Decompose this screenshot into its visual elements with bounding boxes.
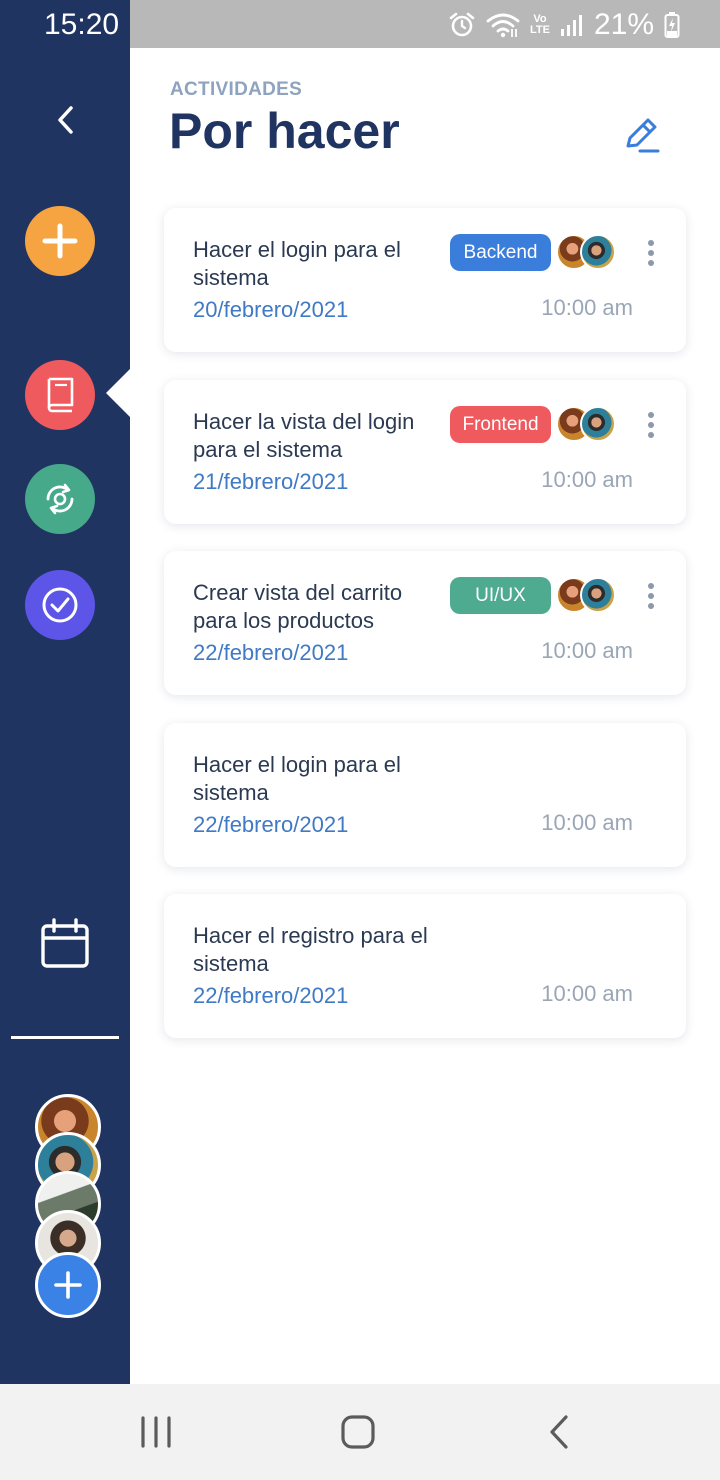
- back-icon[interactable]: [538, 1410, 582, 1454]
- volte-lte-label: LTE: [529, 24, 550, 36]
- more-vertical-icon[interactable]: [640, 410, 662, 442]
- alarm-icon: [449, 12, 475, 37]
- app-screen: 15:20 Vo LTE 21% ACTIVIDADES Por hacer H…: [0, 0, 720, 1480]
- task-members[interactable]: [556, 406, 618, 444]
- sidebar-divider: [11, 1036, 119, 1039]
- task-time: 10:00 am: [541, 295, 633, 320]
- task-card[interactable]: Hacer la vista del login para el sistema…: [164, 380, 686, 524]
- task-date: 22/febrero/2021: [193, 640, 349, 665]
- task-card[interactable]: Hacer el login para el sistema 22/febrer…: [164, 723, 686, 867]
- add-activity-button[interactable]: [25, 206, 95, 276]
- add-member-button[interactable]: [35, 1252, 101, 1318]
- task-members[interactable]: [556, 577, 618, 615]
- task-date: 22/febrero/2021: [193, 983, 349, 1008]
- more-vertical-icon[interactable]: [640, 581, 662, 613]
- task-title: Hacer la vista del login para el sistema: [193, 409, 415, 462]
- task-card[interactable]: Hacer el login para el sistema 20/febrer…: [164, 208, 686, 352]
- task-time: 10:00 am: [541, 810, 633, 835]
- status-bar: 15:20 Vo LTE 21%: [0, 0, 720, 48]
- page-title: Por hacer: [169, 103, 400, 159]
- avatar: [580, 577, 616, 613]
- system-nav-bar: [0, 1384, 720, 1480]
- task-tag[interactable]: UI/UX: [450, 577, 551, 614]
- task-time: 10:00 am: [541, 467, 633, 492]
- plus-icon: [54, 1271, 82, 1299]
- status-icons: Vo LTE 21%: [448, 8, 680, 41]
- book-icon: [47, 377, 74, 413]
- task-card[interactable]: Crear vista del carrito para los product…: [164, 551, 686, 695]
- battery-percent: 21%: [593, 8, 654, 41]
- task-tag[interactable]: Backend: [450, 234, 551, 271]
- task-members[interactable]: [556, 234, 618, 272]
- sync-icon: [46, 483, 74, 515]
- more-vertical-icon[interactable]: [640, 238, 662, 270]
- task-title: Hacer el registro para el sistema: [193, 923, 428, 976]
- recent-apps-icon[interactable]: [134, 1410, 178, 1454]
- battery-charging-icon: [664, 12, 680, 38]
- status-time-area: 15:20: [0, 0, 130, 48]
- avatar: [580, 406, 616, 442]
- pencil-icon[interactable]: [620, 112, 664, 156]
- chevron-left-icon[interactable]: [46, 100, 86, 140]
- signal-icon: [560, 15, 582, 36]
- home-icon[interactable]: [336, 1410, 380, 1454]
- task-date: 21/febrero/2021: [193, 469, 349, 494]
- page-subtitle: ACTIVIDADES: [170, 79, 303, 100]
- task-date: 20/febrero/2021: [193, 297, 349, 322]
- in-progress-button[interactable]: [25, 464, 95, 534]
- task-card[interactable]: Hacer el registro para el sistema 22/feb…: [164, 894, 686, 1038]
- wifi-icon: [486, 13, 520, 38]
- plus-icon: [42, 223, 78, 259]
- avatar: [580, 234, 616, 270]
- done-button[interactable]: [25, 570, 95, 640]
- task-tag[interactable]: Frontend: [450, 406, 551, 443]
- task-date: 22/febrero/2021: [193, 812, 349, 837]
- calendar-icon[interactable]: [40, 918, 90, 970]
- active-indicator: [106, 369, 130, 417]
- task-title: Hacer el login para el sistema: [193, 237, 401, 290]
- task-time: 10:00 am: [541, 981, 633, 1006]
- volte-icon: Vo LTE: [530, 14, 550, 36]
- task-title: Crear vista del carrito para los product…: [193, 580, 403, 633]
- task-title: Hacer el login para el sistema: [193, 752, 401, 805]
- todo-button[interactable]: [25, 360, 95, 430]
- status-time: 15:20: [44, 8, 120, 41]
- check-circle-icon: [42, 587, 78, 623]
- task-time: 10:00 am: [541, 638, 633, 663]
- sidebar: [0, 48, 130, 1384]
